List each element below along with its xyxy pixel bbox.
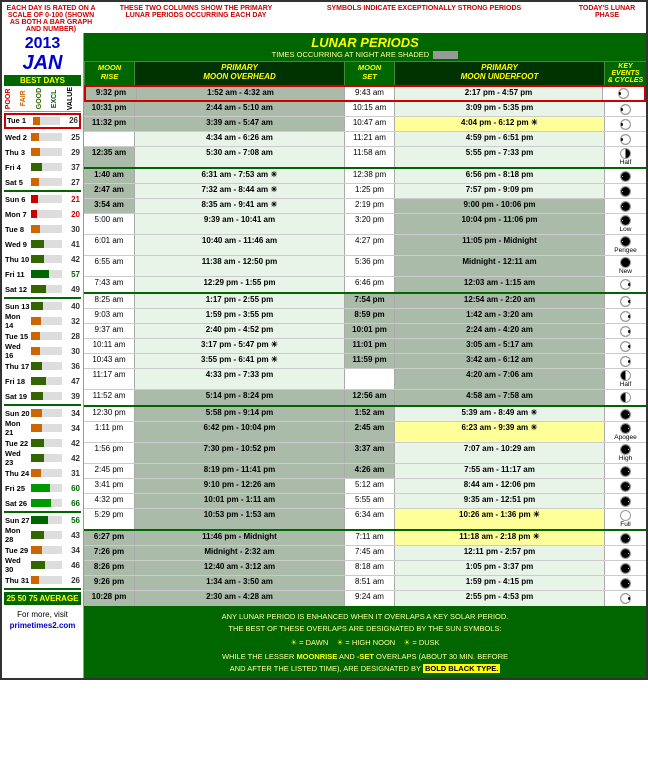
- col-phase-header: KEYEVENTS& CYCLES: [604, 62, 646, 85]
- table-row-wed16: 10:11 am 3:17 pm - 5:47 pm ☀ 11:01 pm 3:…: [84, 339, 646, 354]
- day-row-mon7: Mon 7 20: [4, 207, 81, 222]
- week-1: Tue 1 26 Wed 2 25 Thu 3: [4, 113, 81, 192]
- table-row-thu17: 10:43 am 3:55 pm - 6:41 pm ☀ 11:59 pm 3:…: [84, 354, 646, 369]
- table-row-wed9: 5:00 am 9:39 am - 10:41 am 3:20 pm 10:04…: [84, 214, 646, 235]
- table-row-mon28: 7:26 pm Midnight - 2:32 am 7:45 am 12:11…: [84, 546, 646, 561]
- table-row-mon21: 1:11 pm 6:42 pm - 10:04 pm 2:45 am 6:23 …: [84, 422, 646, 443]
- table-row-mon7: 2:47 am 7:32 am - 8:44 am ☀ 1:25 pm 7:57…: [84, 184, 646, 199]
- average-box: 25 50 75 AVERAGE: [4, 592, 81, 605]
- table-row-wed23: 2:45 pm 8:19 pm - 11:41 pm 4:26 am 7:55 …: [84, 464, 646, 479]
- table-row-fri25: 4:32 pm 10:01 pm - 1:11 am 5:55 am 9:35 …: [84, 494, 646, 509]
- table-row-mon14: 9:03 am 1:59 pm - 3:55 pm 8:59 pm 1:42 a…: [84, 309, 646, 324]
- table-row-tue29: 8:26 pm 12:40 am - 3:12 am 8:18 am 1:05 …: [84, 561, 646, 576]
- table-row-thu3: 11:32 pm 3:39 am - 5:47 am 10:47 am 4:04…: [84, 117, 646, 132]
- day-row-thu3: Thu 3 29: [4, 145, 81, 160]
- table-title: LUNAR PERIODS: [84, 33, 646, 50]
- table-row-sun13: 8:25 am 1:17 pm - 2:55 pm 7:54 pm 12:54 …: [84, 294, 646, 309]
- table-row-thu31: 10:28 pm 2:30 am - 4:28 am 9:24 am 2:55 …: [84, 591, 646, 606]
- for-more: For more, visit primetimes2.com: [4, 609, 81, 631]
- table-row-sat5: 12:35 am 5:30 am - 7:08 am 11:58 am 5:55…: [84, 147, 646, 167]
- col-primary-overhead: PRIMARYMOON OVERHEAD: [134, 62, 344, 85]
- day-row-sat26: Sat 26 66: [4, 496, 81, 511]
- day-row-thu17: Thu 17 36: [4, 359, 81, 374]
- day-row-wed16: Wed 16 30: [4, 344, 81, 359]
- week-section-5: 6:27 pm 11:46 pm - Midnight 7:11 am 11:1…: [84, 531, 646, 608]
- day-row-fri25: Fri 25 60: [4, 481, 81, 496]
- table-row-sun6: 1:40 am 6:31 am - 7:53 am ☀ 12:38 pm 6:5…: [84, 169, 646, 184]
- col-excl: EXCL: [50, 86, 65, 111]
- best-days-header: BEST DAYS: [4, 75, 81, 86]
- anno-scale: EACH DAY IS RATED ON A SCALE OF 0-100 (S…: [6, 5, 96, 33]
- day-row-sun6: Sun 6 21: [4, 192, 81, 207]
- col-value: VALUE: [66, 86, 81, 111]
- day-row-sat5: Sat 5 27: [4, 175, 81, 190]
- day-row-wed30: Wed 30 46: [4, 558, 81, 573]
- week-section-1: 9:32 pm 1:52 am - 4:32 am 9:43 am 2:17 p…: [84, 85, 646, 169]
- table-row-fri4: 4:34 am - 6:26 am 11:21 am 4:59 pm - 6:5…: [84, 132, 646, 147]
- col-moon-rise: MOONRISE: [84, 62, 134, 85]
- day-row-fri11: Fri 11 57: [4, 267, 81, 282]
- day-row-mon14: Mon 14 32: [4, 314, 81, 329]
- table-row-wed2: 10:31 pm 2:44 am - 5:10 am 10:15 am 3:09…: [84, 102, 646, 117]
- month-label: JAN: [4, 53, 81, 73]
- table-row-sun27: 6:27 pm 11:46 pm - Midnight 7:11 am 11:1…: [84, 531, 646, 546]
- day-row-sat12: Sat 12 49: [4, 282, 81, 297]
- table-row-sat26: 5:29 pm 10:53 pm - 1:53 am 6:34 am 10:26…: [84, 509, 646, 529]
- table-row-sun20: 12:30 pm 5:58 pm - 9:14 pm 1:52 am 5:39 …: [84, 407, 646, 422]
- table-subtitle: TIMES OCCURRING AT NIGHT ARE SHADED: [84, 50, 646, 61]
- site-link[interactable]: primetimes2.com: [4, 620, 81, 631]
- week-4: Sun 20 34 Mon 21 34 Tue 22: [4, 406, 81, 513]
- anno-columns: THESE TWO COLUMNS SHOW THE PRIMARY LUNAR…: [116, 5, 276, 33]
- table-row-thu24: 3:41 pm 9:10 pm - 12:26 am 5:12 am 8:44 …: [84, 479, 646, 494]
- table-row-tue1: 9:32 pm 1:52 am - 4:32 am 9:43 am 2:17 p…: [84, 85, 646, 102]
- table-row-thu10: 6:01 am 10:40 am - 11:46 am 4:27 pm 11:0…: [84, 235, 646, 256]
- week-section-2: 1:40 am 6:31 am - 7:53 am ☀ 12:38 pm 6:5…: [84, 169, 646, 294]
- col-primary-underfoot: PRIMARYMOON UNDERFOOT: [394, 62, 604, 85]
- sidebar: 2013 JAN BEST DAYS POOR FAIR GOOD EXCL V…: [2, 33, 84, 678]
- day-row-mon28: Mon 28 43: [4, 528, 81, 543]
- col-poor: POOR: [4, 86, 19, 111]
- table-row-tue15: 9:37 am 2:40 pm - 4:52 pm 10:01 pm 2:24 …: [84, 324, 646, 339]
- table-row-wed30: 9:26 pm 1:34 am - 3:50 am 8:51 am 1:59 p…: [84, 576, 646, 591]
- day-row-wed9: Wed 9 41: [4, 237, 81, 252]
- col-moon-set: MOONSET: [344, 62, 394, 85]
- day-row-tue8: Tue 8 30: [4, 222, 81, 237]
- day-row-thu24: Thu 24 31: [4, 466, 81, 481]
- week-2: Sun 6 21 Mon 7 20 Tue 8: [4, 192, 81, 299]
- week-3: Sun 13 40 Mon 14 32 Tue 15: [4, 299, 81, 406]
- day-row-thu31: Thu 31 26: [4, 573, 81, 588]
- day-row-tue1: Tue 1 26: [4, 113, 81, 129]
- day-row-wed2: Wed 2 25: [4, 130, 81, 145]
- day-row-fri18: Fri 18 47: [4, 374, 81, 389]
- col-fair: FAIR: [19, 86, 34, 111]
- table-row-fri18: 11:17 am 4:33 pm - 7:33 pm 4:20 am - 7:0…: [84, 369, 646, 390]
- lunar-table: LUNAR PERIODS TIMES OCCURRING AT NIGHT A…: [84, 33, 646, 678]
- col-good: GOOD: [35, 86, 50, 111]
- anno-phase: TODAY'S LUNAR PHASE: [572, 5, 642, 33]
- table-row-tue8: 3:54 am 8:35 am - 9:41 am ☀ 2:19 pm 9:00…: [84, 199, 646, 214]
- anno-symbols: SYMBOLS INDICATE EXCEPTIONALLY STRONG PE…: [276, 5, 572, 33]
- footer-note: ANY LUNAR PERIOD IS ENHANCED WHEN IT OVE…: [84, 608, 646, 678]
- week-section-4: 12:30 pm 5:58 pm - 9:14 pm 1:52 am 5:39 …: [84, 407, 646, 531]
- day-row-thu10: Thu 10 42: [4, 252, 81, 267]
- table-row-fri11: 6:55 am 11:38 am - 12:50 pm 5:36 pm Midn…: [84, 256, 646, 277]
- table-row-sat19: 11:52 am 5:14 pm - 8:24 pm 12:56 am 4:58…: [84, 390, 646, 405]
- day-row-fri4: Fri 4 37: [4, 160, 81, 175]
- day-row-mon21: Mon 21 34: [4, 421, 81, 436]
- table-row-tue22: 1:56 pm 7:30 pm - 10:52 pm 3:37 am 7:07 …: [84, 443, 646, 464]
- week-section-3: 8:25 am 1:17 pm - 2:55 pm 7:54 pm 12:54 …: [84, 294, 646, 407]
- year-label: 2013: [4, 35, 81, 53]
- day-row-wed23: Wed 23 42: [4, 451, 81, 466]
- day-row-sat19: Sat 19 39: [4, 389, 81, 404]
- week-5: Sun 27 56 Mon 28 43 Tue 29: [4, 513, 81, 590]
- table-row-sat12: 7:43 am 12:29 pm - 1:55 pm 6:46 pm 12:03…: [84, 277, 646, 292]
